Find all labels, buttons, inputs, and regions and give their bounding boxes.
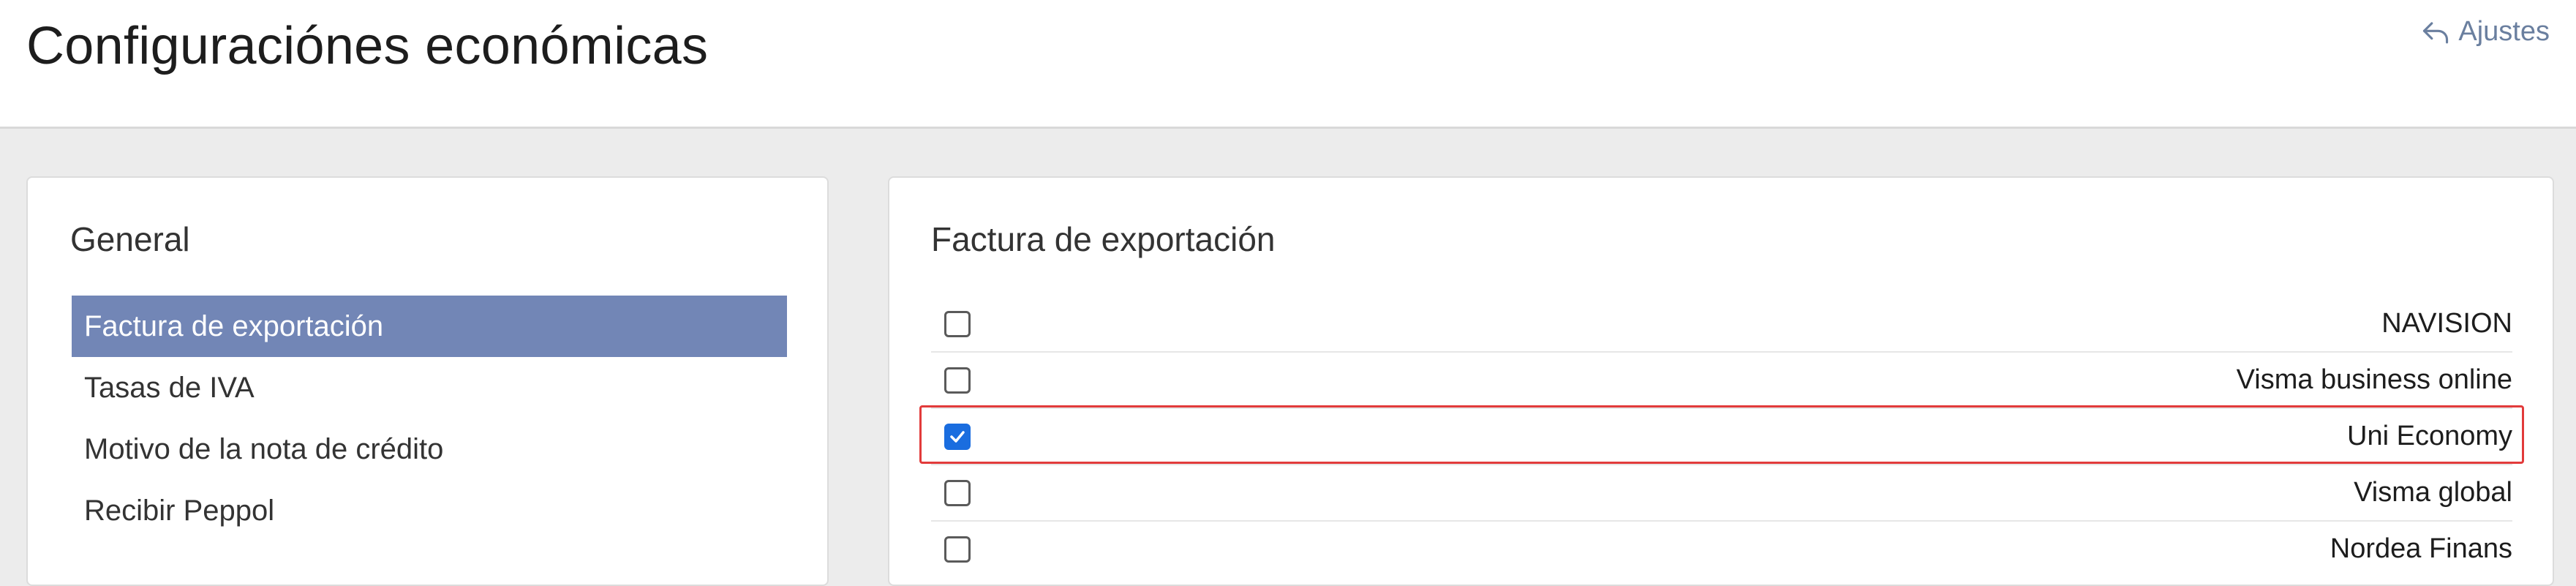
checkbox-visma-business-online[interactable] <box>944 367 971 394</box>
export-invoice-heading: Factura de exportación <box>931 220 1276 258</box>
option-row-visma-global: Visma global <box>931 465 2512 522</box>
back-to-settings-link[interactable]: Ajustes <box>2420 16 2550 48</box>
checkbox-visma-global[interactable] <box>944 480 971 506</box>
option-label: Visma global <box>2354 477 2512 508</box>
menu-item-factura-de-exportacion[interactable]: Factura de exportación <box>72 296 787 357</box>
menu-item-motivo-nota-de-credito[interactable]: Motivo de la nota de crédito <box>72 418 787 480</box>
checkbox-uni-economy[interactable] <box>944 424 971 450</box>
option-label: NAVISION <box>2381 308 2512 339</box>
export-invoice-panel: Factura de exportación NAVISION Visma bu… <box>888 176 2554 586</box>
option-row-navision: NAVISION <box>931 296 2512 353</box>
general-heading: General <box>70 220 190 258</box>
option-row-visma-business-online: Visma business online <box>931 353 2512 409</box>
option-label: Nordea Finans <box>2330 533 2512 564</box>
checkbox-nordea-finans[interactable] <box>944 536 971 563</box>
check-icon <box>950 431 965 443</box>
settings-menu: Factura de exportación Tasas de IVA Moti… <box>72 296 787 541</box>
back-link-label: Ajustes <box>2458 16 2550 47</box>
option-row-uni-economy: Uni Economy <box>931 409 2512 465</box>
export-options-list: NAVISION Visma business online Uni Econo… <box>931 296 2512 578</box>
page-header: Configuraciónes económicas Ajustes <box>0 0 2576 129</box>
menu-item-tasas-de-iva[interactable]: Tasas de IVA <box>72 357 787 418</box>
option-row-nordea-finans: Nordea Finans <box>931 522 2512 578</box>
option-label: Visma business online <box>2236 364 2512 395</box>
reply-arrow-icon <box>2423 21 2449 43</box>
checkbox-navision[interactable] <box>944 311 971 337</box>
option-label: Uni Economy <box>2347 421 2512 451</box>
general-settings-panel: General Factura de exportación Tasas de … <box>26 176 829 586</box>
menu-item-recibir-peppol[interactable]: Recibir Peppol <box>72 480 787 541</box>
page-title: Configuraciónes económicas <box>26 17 709 75</box>
